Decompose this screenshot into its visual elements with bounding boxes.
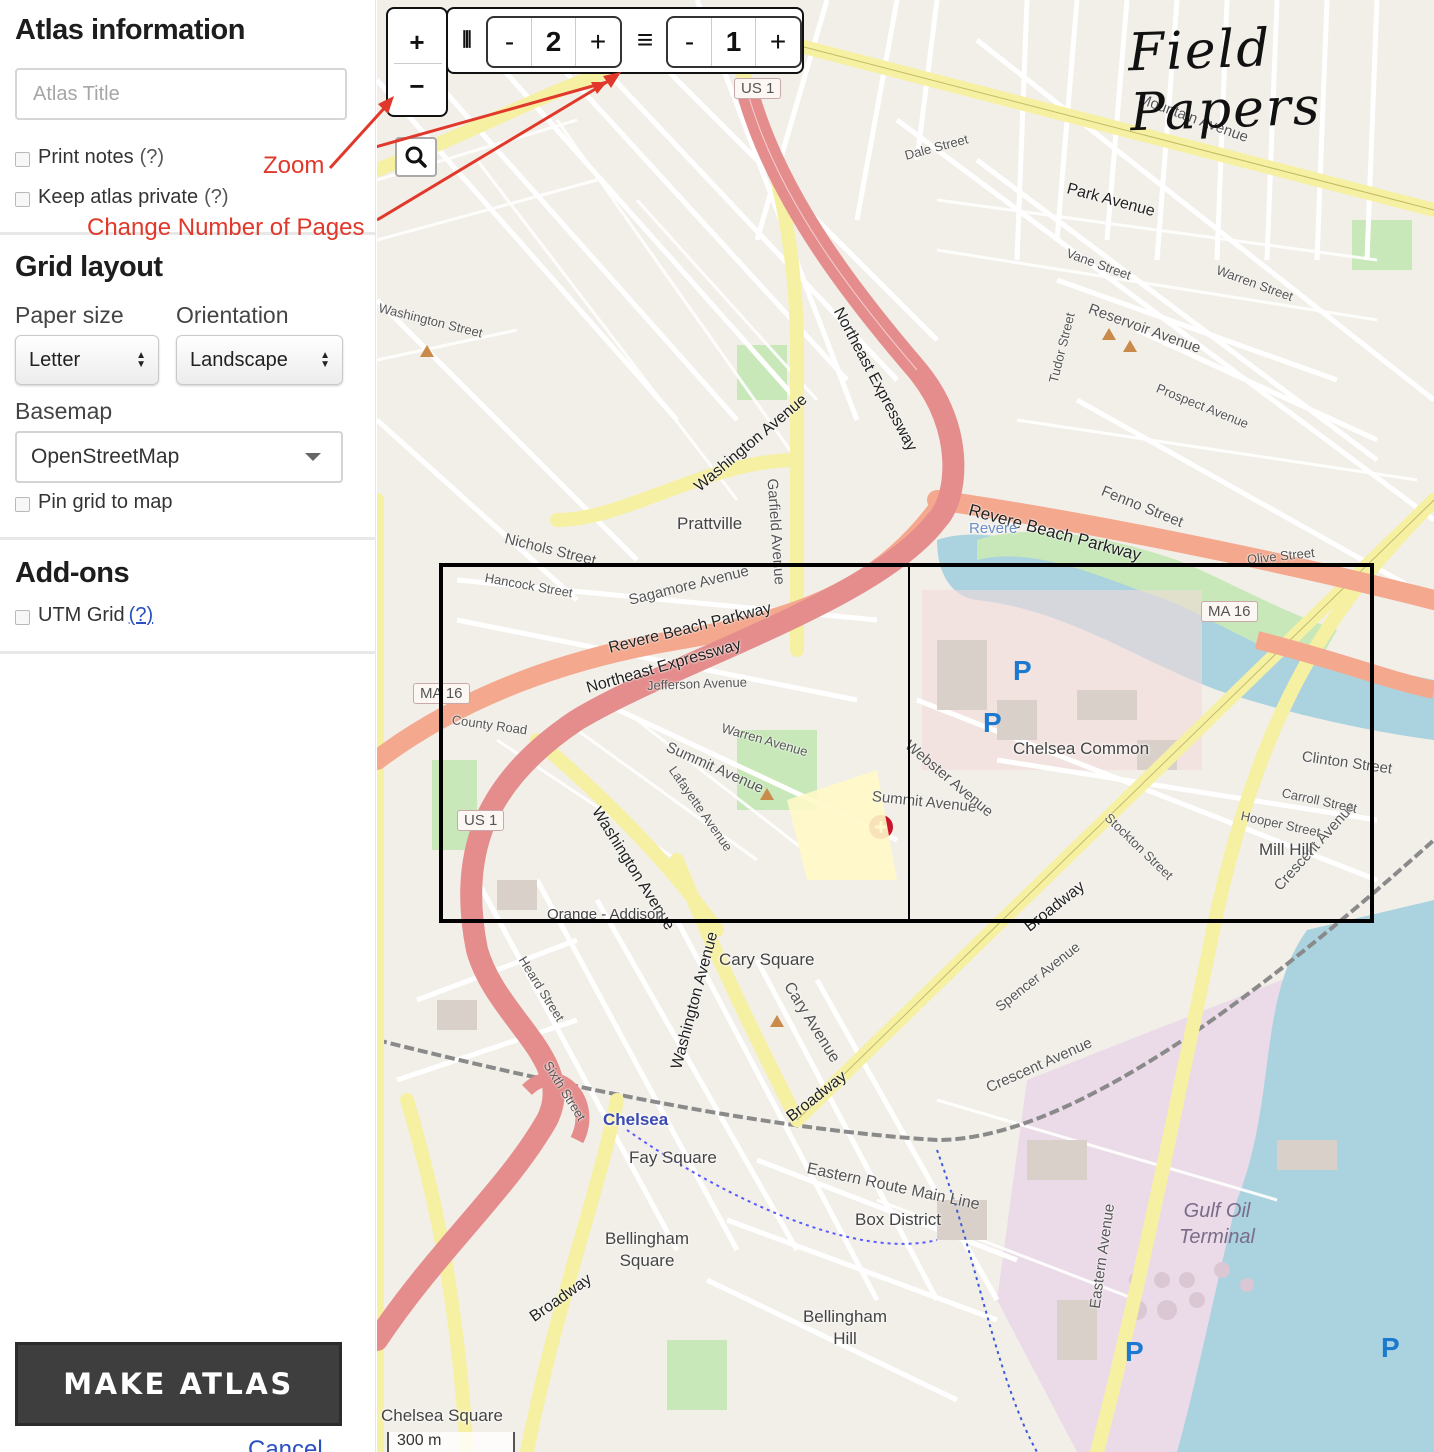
cancel-link[interactable]: Cancel — [248, 1436, 323, 1452]
place-label: Chelsea Square — [381, 1406, 503, 1425]
rows-count: 1 — [712, 18, 756, 66]
print-notes-row: Print notes (?) — [15, 146, 164, 169]
print-notes-help-link[interactable]: (?) — [140, 146, 164, 169]
private-checkbox[interactable] — [15, 192, 30, 207]
orientation-label: Orientation — [176, 302, 289, 328]
orientation-select[interactable]: Landscape ▲ ▼ — [176, 335, 343, 385]
utm-row: UTM Grid (?) — [15, 604, 153, 627]
private-help-link[interactable]: (?) — [204, 186, 228, 209]
orientation-value: Landscape — [190, 348, 288, 371]
rows-stepper: - 1 + — [666, 16, 802, 68]
parking-icon: P — [1125, 1336, 1144, 1367]
pin-grid-checkbox[interactable] — [15, 497, 30, 512]
addons-heading: Add-ons — [15, 557, 130, 589]
divider — [0, 651, 376, 654]
zoom-annotation: Zoom — [263, 152, 325, 179]
paper-size-label: Paper size — [15, 302, 124, 328]
updown-arrows-icon: ▲ ▼ — [320, 350, 330, 370]
updown-arrows-icon: ▲ ▼ — [136, 350, 146, 370]
utm-label: UTM Grid — [38, 604, 125, 626]
map-canvas[interactable]: Revere Beach Parkway Northeast Expresswa… — [377, 0, 1434, 1452]
basemap-value: OpenStreetMap — [31, 445, 180, 468]
atlas-grid-frame[interactable] — [439, 563, 1374, 923]
scale-bar: 300 m — [387, 1432, 515, 1452]
place-label: Gulf Oil Terminal — [1179, 1200, 1255, 1248]
page-divider — [908, 567, 910, 919]
print-notes-label: Print notes — [38, 146, 134, 168]
basemap-label: Basemap — [15, 398, 113, 424]
place-label: Prattville — [677, 514, 743, 533]
atlas-title-input[interactable] — [15, 68, 347, 120]
parking-icon: P — [1381, 1332, 1400, 1363]
pages-annotation: Change Number of Pages — [87, 214, 365, 241]
rows-increase-button[interactable]: + — [756, 18, 800, 66]
private-label: Keep atlas private — [38, 186, 199, 208]
arrow-icon — [377, 72, 621, 222]
pin-grid-row: Pin grid to map — [15, 491, 173, 514]
grid-layout-heading: Grid layout — [15, 251, 163, 283]
private-row: Keep atlas private (?) — [15, 186, 229, 209]
paper-size-value: Letter — [29, 348, 81, 371]
chevron-down-icon — [305, 453, 321, 461]
atlas-info-heading: Atlas information — [15, 14, 245, 46]
place-label: Chelsea — [603, 1110, 669, 1129]
place-label: Cary Square — [719, 950, 815, 969]
basemap-dropdown[interactable]: OpenStreetMap — [15, 431, 343, 483]
make-atlas-button[interactable]: MAKE ATLAS — [15, 1342, 342, 1426]
place-label: Bellingham Hill — [802, 1307, 888, 1348]
place-label: Fay Square — [629, 1148, 717, 1167]
arrow-icon — [328, 96, 394, 170]
place-label: Bellingham Square — [604, 1229, 690, 1270]
utm-help-link[interactable]: (?) — [129, 604, 153, 627]
paper-size-select[interactable]: Letter ▲ ▼ — [15, 335, 159, 385]
place-label: Box District — [855, 1210, 941, 1229]
place-label: Revere — [969, 520, 1018, 537]
utm-checkbox[interactable] — [15, 610, 30, 625]
route-shield: US 1 — [734, 78, 782, 99]
print-notes-checkbox[interactable] — [15, 152, 30, 167]
field-papers-logo: Field Papers — [1126, 18, 1323, 144]
pin-grid-label: Pin grid to map — [38, 491, 173, 513]
divider — [0, 537, 376, 540]
